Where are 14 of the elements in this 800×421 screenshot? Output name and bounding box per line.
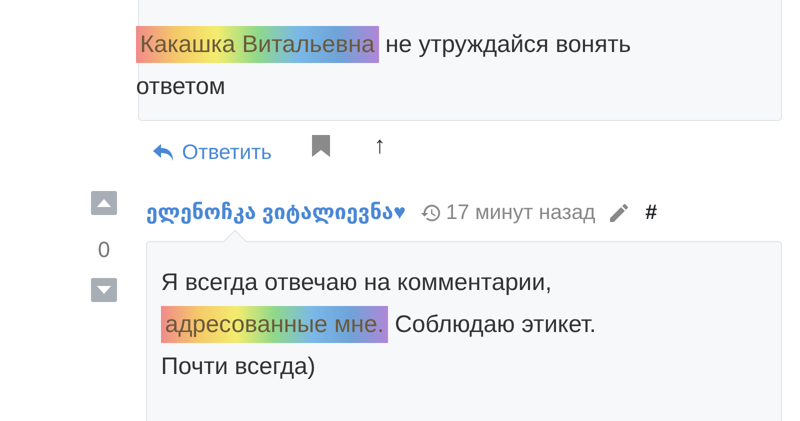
history-icon — [420, 202, 442, 224]
comment-time: 17 минут назад — [446, 200, 596, 226]
author-link[interactable]: ელენოჩკა ვიტალიევნა♥ — [146, 197, 406, 229]
reply-link[interactable]: Ответить — [152, 137, 272, 169]
upvote-button[interactable] — [91, 191, 117, 215]
vote-score: 0 — [98, 236, 110, 264]
downvote-button[interactable] — [91, 278, 117, 302]
bookmark-button[interactable] — [312, 134, 330, 158]
triangle-up-icon — [97, 199, 111, 207]
comment-text: Какашка Витальевна не утруждайся вонять ответом — [136, 24, 646, 108]
permalink[interactable]: # — [645, 197, 658, 229]
triangle-down-icon — [97, 286, 111, 294]
scroll-up-button[interactable]: ↑ — [374, 128, 386, 164]
reply-icon — [152, 143, 176, 163]
